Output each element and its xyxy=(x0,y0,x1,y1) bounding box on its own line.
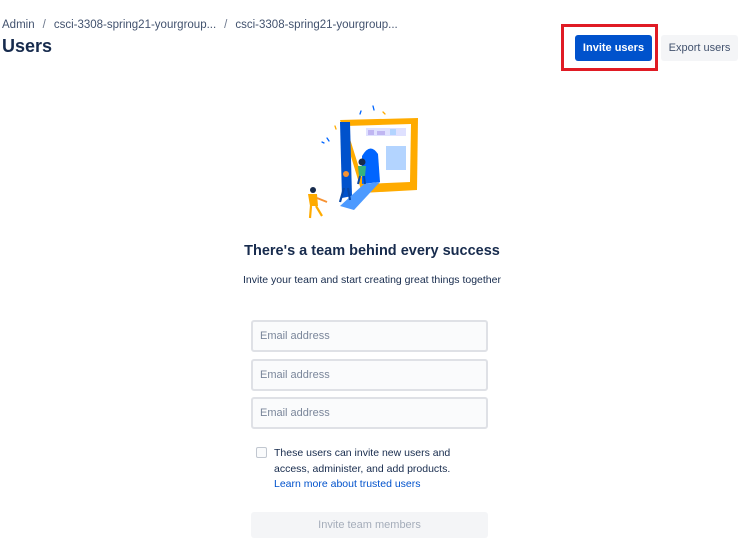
export-users-button[interactable]: Export users xyxy=(661,35,738,61)
breadcrumb-item-admin[interactable]: Admin xyxy=(2,19,35,31)
trusted-users-checkbox[interactable] xyxy=(256,447,267,458)
email-field-2[interactable] xyxy=(251,359,488,391)
email-field-3[interactable] xyxy=(251,397,488,429)
team-illustration-icon xyxy=(300,98,424,224)
breadcrumb-separator: / xyxy=(42,19,46,31)
breadcrumb-separator: / xyxy=(224,19,228,31)
learn-more-trusted-users-link[interactable]: Learn more about trusted users xyxy=(274,478,421,490)
breadcrumb: Admin / csci-3308-spring21-yourgroup... … xyxy=(2,19,398,31)
empty-state-headline: There's a team behind every success xyxy=(244,243,500,259)
breadcrumb-item-site[interactable]: csci-3308-spring21-yourgroup... xyxy=(54,19,216,31)
trusted-users-checkbox-label: These users can invite new users and acc… xyxy=(274,447,451,475)
invite-team-members-button[interactable]: Invite team members xyxy=(251,512,488,538)
breadcrumb-item-product[interactable]: csci-3308-spring21-yourgroup... xyxy=(235,19,397,31)
email-field-1[interactable] xyxy=(251,320,488,352)
empty-state-subline: Invite your team and start creating grea… xyxy=(243,274,501,286)
invite-users-button[interactable]: Invite users xyxy=(575,35,652,61)
page-title: Users xyxy=(2,36,53,56)
